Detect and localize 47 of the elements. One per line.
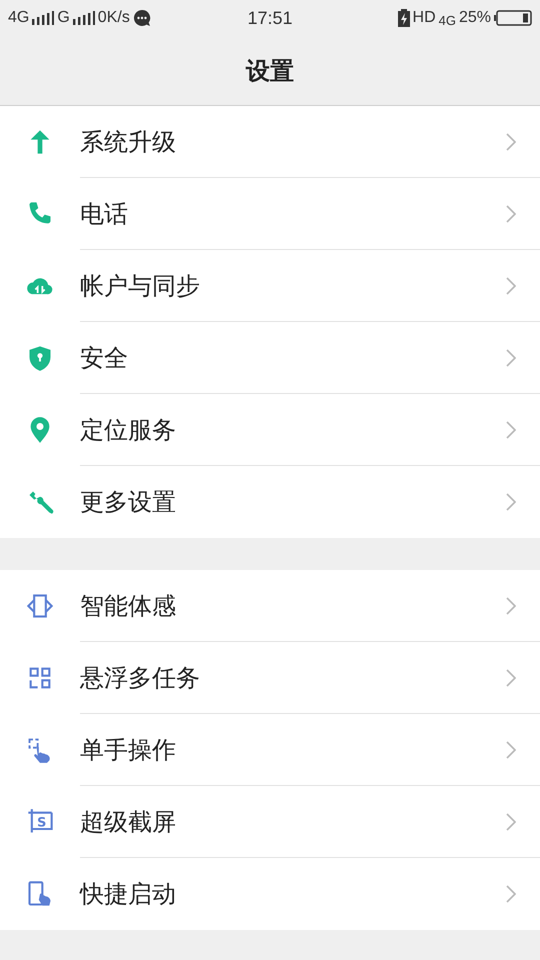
item-label: 智能体感 [80, 590, 176, 622]
settings-item[interactable]: 悬浮多任务 [0, 642, 540, 714]
item-label: 安全 [80, 342, 128, 374]
item-label: 悬浮多任务 [80, 662, 200, 694]
settings-item[interactable]: 安全 [0, 322, 540, 394]
chevron-right-icon [506, 204, 516, 222]
chevron-right-icon [506, 668, 516, 686]
chevron-right-icon [506, 812, 516, 830]
chat-icon [132, 9, 151, 27]
chevron-right-icon [506, 276, 516, 294]
item-label: 超级截屏 [80, 806, 176, 838]
settings-item[interactable]: 单手操作 [0, 714, 540, 786]
signal-icon [32, 11, 54, 25]
signal-icon [72, 11, 95, 25]
network-label: 4G [438, 12, 456, 28]
chevron-right-icon [506, 348, 516, 366]
battery-percent: 25% [458, 9, 491, 27]
chevron-right-icon [506, 596, 516, 614]
chevron-right-icon [506, 420, 516, 438]
item-label: 帐户与同步 [80, 270, 200, 302]
chevron-right-icon [506, 493, 516, 511]
chevron-right-icon [506, 885, 516, 903]
chevron-right-icon [506, 132, 516, 150]
device-tilt-icon [26, 592, 54, 620]
settings-item[interactable]: 定位服务 [0, 394, 540, 466]
clock-time: 17:51 [246, 8, 294, 28]
item-label: 更多设置 [80, 487, 176, 518]
page-title: 设置 [246, 56, 294, 86]
network-label: G [57, 9, 70, 27]
item-label: 定位服务 [80, 414, 176, 446]
hd-label: HD [412, 9, 436, 27]
settings-item[interactable]: S 超级截屏 [0, 786, 540, 858]
settings-item[interactable]: 系统升级 [0, 106, 540, 178]
battery-charging-icon [398, 9, 410, 27]
settings-item[interactable]: 帐户与同步 [0, 250, 540, 322]
speed-text: 0K/s [98, 9, 130, 27]
item-label: 单手操作 [80, 734, 176, 766]
settings-item[interactable]: 快捷启动 [0, 858, 540, 930]
network-label: 4G [8, 9, 30, 27]
battery-icon [494, 10, 532, 26]
chevron-right-icon [506, 740, 516, 758]
settings-item[interactable]: 电话 [0, 178, 540, 250]
settings-item[interactable]: 更多设置 [0, 466, 540, 538]
item-label: 快捷启动 [80, 879, 176, 910]
item-label: 电话 [80, 198, 128, 230]
settings-item[interactable]: 智能体感 [0, 570, 540, 642]
item-label: 系统升级 [80, 126, 176, 158]
